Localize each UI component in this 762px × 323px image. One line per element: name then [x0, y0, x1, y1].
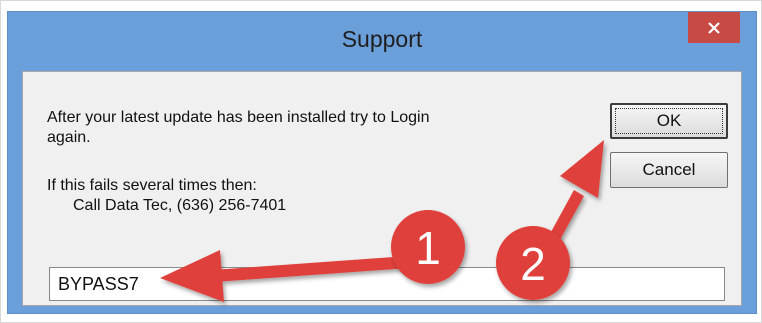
bypass-code-value: BYPASS7 [58, 274, 139, 294]
close-button[interactable] [688, 12, 740, 43]
support-dialog: Support After your latest update has bee… [7, 11, 757, 314]
message-line-1: After your latest update has been instal… [47, 109, 430, 126]
bypass-code-input[interactable]: BYPASS7 [49, 267, 725, 301]
message-line-2: again. [47, 129, 91, 146]
window-title: Support [341, 26, 423, 52]
screenshot-frame: Support After your latest update has bee… [0, 0, 762, 323]
dialog-body: After your latest update has been instal… [22, 71, 742, 306]
close-icon [708, 21, 720, 34]
cancel-button-label: Cancel [642, 160, 696, 179]
message-line-3: If this fails several times then: [47, 177, 257, 194]
cancel-button[interactable]: Cancel [610, 152, 728, 188]
focus-rectangle [615, 108, 723, 134]
message-line-4: Call Data Tec, (636) 256-7401 [73, 197, 287, 214]
ok-button[interactable]: OK [610, 103, 728, 139]
